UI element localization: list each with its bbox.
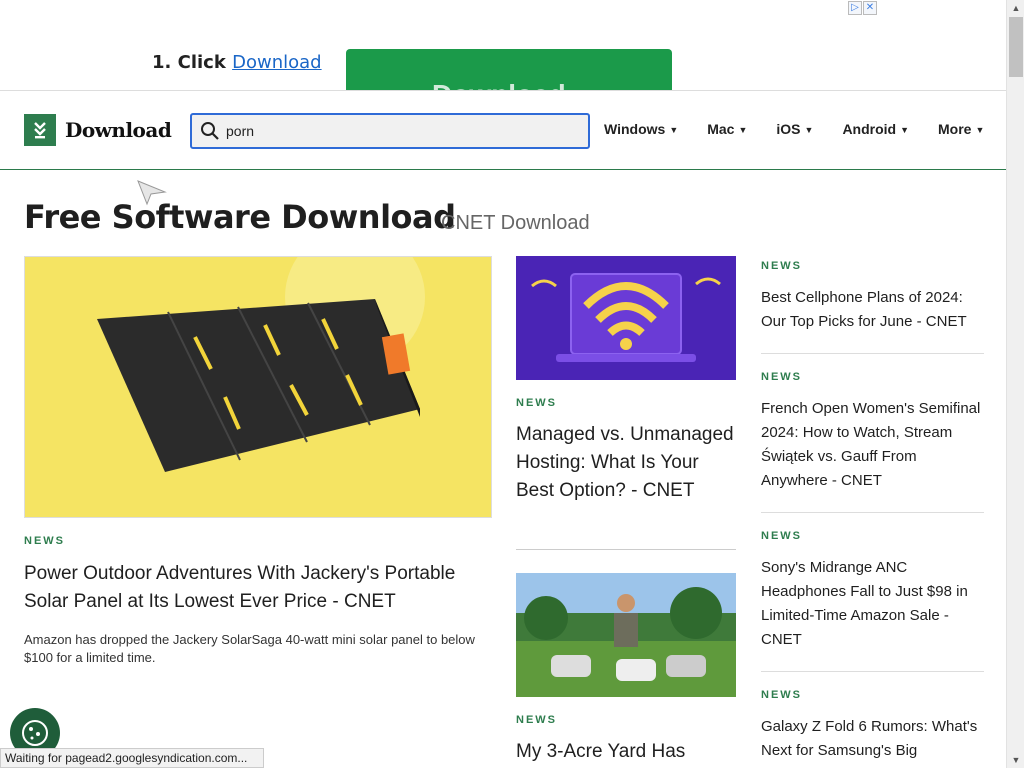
page-title: Free Software Download [24, 198, 456, 236]
site-logo[interactable]: Download [24, 114, 172, 146]
list-item[interactable]: NEWS French Open Women's Semifinal 2024:… [761, 371, 984, 513]
yard-story-image[interactable] [516, 573, 736, 697]
lead-story-description: Amazon has dropped the Jackery SolarSaga… [24, 632, 475, 665]
search-box[interactable] [190, 113, 590, 149]
news-headline[interactable]: French Open Women's Semifinal 2024: How … [761, 397, 984, 493]
nav-more[interactable]: More ▼ [938, 121, 984, 137]
main-nav: Windows ▼ Mac ▼ iOS ▼ Android ▼ More ▼ [604, 121, 1013, 137]
cookie-icon [22, 720, 48, 746]
hosting-story-tag[interactable]: NEWS [516, 397, 557, 409]
news-headline[interactable]: Galaxy Z Fold 6 Rumors: What's Next for … [761, 715, 984, 763]
scroll-up-icon[interactable]: ▲ [1007, 0, 1024, 16]
news-tag[interactable]: NEWS [761, 530, 984, 542]
download-logo-icon [24, 114, 56, 146]
search-icon [201, 122, 219, 140]
ad-step-text: 1. Click Download [152, 52, 322, 73]
nav-windows[interactable]: Windows ▼ [604, 121, 678, 137]
hosting-story-image[interactable] [516, 256, 736, 380]
news-tag[interactable]: NEWS [761, 260, 984, 272]
page-subtitle: CNET Download [441, 212, 590, 234]
yard-story-headline[interactable]: My 3-Acre Yard Has [516, 738, 736, 766]
hosting-story-headline[interactable]: Managed vs. Unmanaged Hosting: What Is Y… [516, 421, 736, 505]
scroll-thumb[interactable] [1009, 17, 1023, 77]
nav-ios[interactable]: iOS ▼ [776, 121, 813, 137]
vertical-scrollbar[interactable]: ▲ ▼ [1006, 0, 1024, 768]
ad-choices-icon[interactable]: ▷ [848, 1, 862, 15]
ad-banner[interactable]: 1. Click Download Download ▷ ✕ [0, 0, 1006, 90]
lead-story-headline[interactable]: Power Outdoor Adventures With Jackery's … [24, 560, 494, 616]
chevron-down-icon: ▼ [900, 125, 910, 135]
chevron-down-icon: ▼ [804, 125, 814, 135]
list-item[interactable]: NEWS Galaxy Z Fold 6 Rumors: What's Next… [761, 689, 984, 768]
logo-text: Download [65, 118, 172, 142]
site-header: Download Windows▼ Mac▼ iOS▼ Android▼ Mor… [0, 90, 1006, 170]
chevron-down-icon: ▼ [975, 125, 985, 135]
news-list: NEWS Best Cellphone Plans of 2024: Our T… [761, 260, 984, 768]
lead-story-image[interactable] [24, 256, 492, 518]
ad-choices-badge[interactable]: ▷ ✕ [848, 1, 877, 15]
lead-story-tag[interactable]: NEWS [24, 535, 65, 547]
news-tag[interactable]: NEWS [761, 689, 984, 701]
ad-download-button[interactable]: Download [346, 49, 672, 90]
nav-android[interactable]: Android ▼ [842, 121, 909, 137]
ad-close-icon[interactable]: ✕ [863, 1, 877, 15]
chevron-down-icon: ▼ [669, 125, 679, 135]
ad-step-prefix: 1. Click [152, 52, 226, 73]
ad-button-label: Download [432, 79, 566, 90]
list-item[interactable]: NEWS Best Cellphone Plans of 2024: Our T… [761, 260, 984, 354]
news-headline[interactable]: Sony's Midrange ANC Headphones Fall to J… [761, 556, 984, 652]
nav-mac[interactable]: Mac ▼ [707, 121, 747, 137]
chevron-down-icon: ▼ [738, 125, 748, 135]
yard-story-tag[interactable]: NEWS [516, 714, 557, 726]
search-input[interactable] [226, 123, 566, 139]
scroll-down-icon[interactable]: ▼ [1007, 752, 1024, 768]
ad-download-link[interactable]: Download [232, 52, 321, 73]
list-item[interactable]: NEWS Sony's Midrange ANC Headphones Fall… [761, 530, 984, 672]
divider [516, 549, 736, 550]
news-headline[interactable]: Best Cellphone Plans of 2024: Our Top Pi… [761, 286, 984, 334]
browser-status-bar: Waiting for pagead2.googlesyndication.co… [0, 748, 264, 768]
news-tag[interactable]: NEWS [761, 371, 984, 383]
